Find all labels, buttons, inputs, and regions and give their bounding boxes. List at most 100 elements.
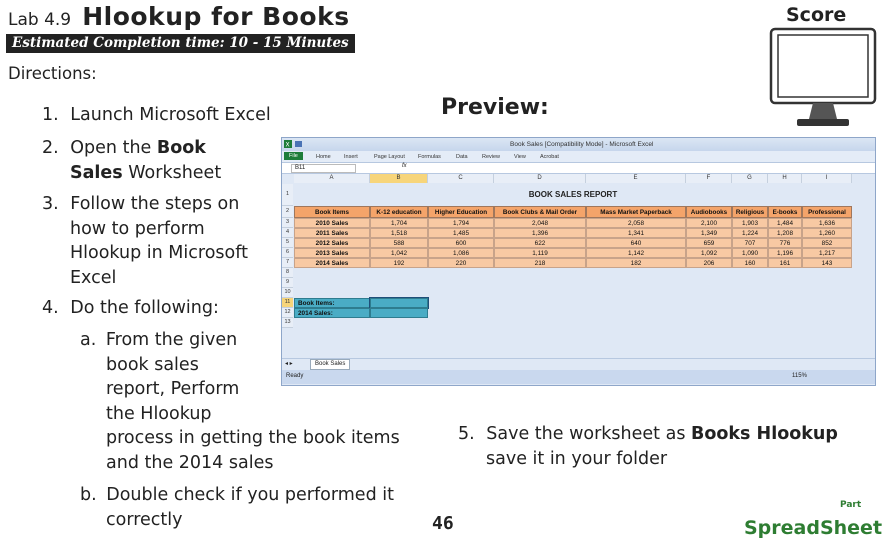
data-cell[interactable]: 1,119 (494, 248, 586, 258)
row-header[interactable]: 6 (282, 248, 293, 258)
data-cell[interactable]: 1,208 (768, 228, 802, 238)
tab-data[interactable]: Data (456, 154, 468, 160)
column-header[interactable]: G (732, 174, 768, 183)
data-cell[interactable]: 143 (802, 258, 852, 268)
header-cell[interactable]: Higher Education (428, 206, 494, 218)
header-cell[interactable]: Mass Market Paperback (586, 206, 686, 218)
data-cell[interactable]: 182 (586, 258, 686, 268)
row-header[interactable]: 4 (282, 228, 293, 238)
data-cell[interactable]: 218 (494, 258, 586, 268)
data-cell[interactable]: 1,484 (768, 218, 802, 228)
tab-formulas[interactable]: Formulas (418, 154, 441, 160)
data-cell[interactable]: 1,704 (370, 218, 428, 228)
data-cell[interactable]: 2013 Sales (294, 248, 370, 258)
row-header[interactable]: 9 (282, 278, 293, 288)
data-cell[interactable]: 1,636 (802, 218, 852, 228)
row-header[interactable]: 7 (282, 258, 293, 268)
header-cell[interactable]: E-books (768, 206, 802, 218)
step-bold: Book (156, 138, 206, 158)
row-header[interactable]: 10 (282, 288, 293, 298)
data-cell[interactable]: 1,224 (732, 228, 768, 238)
tab-insert[interactable]: Insert (344, 154, 358, 160)
column-header[interactable]: E (586, 174, 686, 183)
column-header[interactable]: B (370, 174, 428, 183)
data-cell[interactable]: 192 (370, 258, 428, 268)
data-cell[interactable]: 776 (768, 238, 802, 248)
data-cell[interactable]: 1,349 (686, 228, 732, 238)
data-cell[interactable]: 2,048 (494, 218, 586, 228)
data-cell[interactable]: 1,217 (802, 248, 852, 258)
column-header[interactable]: D (494, 174, 586, 183)
data-cell[interactable]: 2,100 (686, 218, 732, 228)
data-cell[interactable]: 1,260 (802, 228, 852, 238)
excel-quick-access-icons[interactable]: X (284, 139, 324, 149)
lookup-value-cell[interactable] (369, 297, 429, 309)
lookup-label[interactable]: 2014 Sales: (294, 308, 370, 318)
header-cell[interactable]: Religious (732, 206, 768, 218)
data-cell[interactable]: 220 (428, 258, 494, 268)
data-cell[interactable]: 1,196 (768, 248, 802, 258)
header-cell[interactable]: Book Items (294, 206, 370, 218)
lookup-label[interactable]: Book Items: (294, 298, 370, 308)
header-cell[interactable]: Professional (802, 206, 852, 218)
row-header[interactable]: 5 (282, 238, 293, 248)
data-cell[interactable]: 600 (428, 238, 494, 248)
data-cell[interactable]: 659 (686, 238, 732, 248)
header-cell[interactable]: Book Clubs & Mail Order (494, 206, 586, 218)
data-cell[interactable]: 1,142 (586, 248, 686, 258)
data-cell[interactable]: 852 (802, 238, 852, 248)
column-header[interactable]: A (294, 174, 370, 183)
tab-home[interactable]: Home (316, 154, 331, 160)
name-box[interactable]: B11 (291, 164, 356, 173)
column-header[interactable]: C (428, 174, 494, 183)
data-cell[interactable]: 2011 Sales (294, 228, 370, 238)
column-header[interactable]: H (768, 174, 802, 183)
data-cell[interactable]: 1,092 (686, 248, 732, 258)
data-cell[interactable]: 1,341 (586, 228, 686, 238)
step-4: 4. Do the following: (42, 296, 219, 321)
sheet-tab-book-sales[interactable]: Book Sales (310, 359, 351, 370)
header-cell[interactable]: K-12 education (370, 206, 428, 218)
data-cell[interactable]: 2,058 (586, 218, 686, 228)
data-cell[interactable]: 161 (768, 258, 802, 268)
data-cell[interactable]: 1,903 (732, 218, 768, 228)
data-cell[interactable]: 2010 Sales (294, 218, 370, 228)
data-cell[interactable]: 1,396 (494, 228, 586, 238)
data-cell[interactable]: 1,485 (428, 228, 494, 238)
data-cell[interactable]: 1,042 (370, 248, 428, 258)
data-cell[interactable]: 2012 Sales (294, 238, 370, 248)
data-cell[interactable]: 707 (732, 238, 768, 248)
row-header[interactable]: 13 (282, 318, 293, 328)
header-cell[interactable]: Audiobooks (686, 206, 732, 218)
lookup-value-cell[interactable] (370, 308, 428, 318)
data-cell[interactable]: 1,090 (732, 248, 768, 258)
row-header[interactable]: 12 (282, 308, 293, 318)
sheet-nav-icon[interactable]: ◂ ▸ (285, 360, 293, 367)
tab-file[interactable]: File (284, 152, 303, 160)
tab-page-layout[interactable]: Page Layout (374, 154, 405, 160)
step-number: 1. (42, 105, 59, 125)
row-header[interactable]: 1 (282, 184, 293, 206)
data-cell[interactable]: 640 (586, 238, 686, 248)
data-cell[interactable]: 160 (732, 258, 768, 268)
data-cell[interactable]: 2014 Sales (294, 258, 370, 268)
column-header[interactable]: F (686, 174, 732, 183)
row-header[interactable]: 8 (282, 268, 293, 278)
tab-review[interactable]: Review (482, 154, 500, 160)
tab-view[interactable]: View (514, 154, 526, 160)
data-cell[interactable]: 206 (686, 258, 732, 268)
tab-acrobat[interactable]: Acrobat (540, 154, 559, 160)
data-cell[interactable]: 1,518 (370, 228, 428, 238)
data-cell[interactable]: 1,794 (428, 218, 494, 228)
data-cell[interactable]: 588 (370, 238, 428, 248)
fx-icon[interactable]: fx (402, 163, 407, 169)
data-cell[interactable]: 1,086 (428, 248, 494, 258)
row-header[interactable]: 2 (282, 206, 293, 218)
data-cell[interactable]: 622 (494, 238, 586, 248)
step-2: 2. Open the Book Sales Worksheet (42, 136, 221, 185)
step-bold: Books Hlookup (691, 424, 838, 444)
row-header[interactable]: 3 (282, 218, 293, 228)
column-header[interactable]: I (802, 174, 852, 183)
zoom-level[interactable]: 115% (792, 373, 807, 379)
row-header[interactable]: 11 (282, 298, 293, 308)
